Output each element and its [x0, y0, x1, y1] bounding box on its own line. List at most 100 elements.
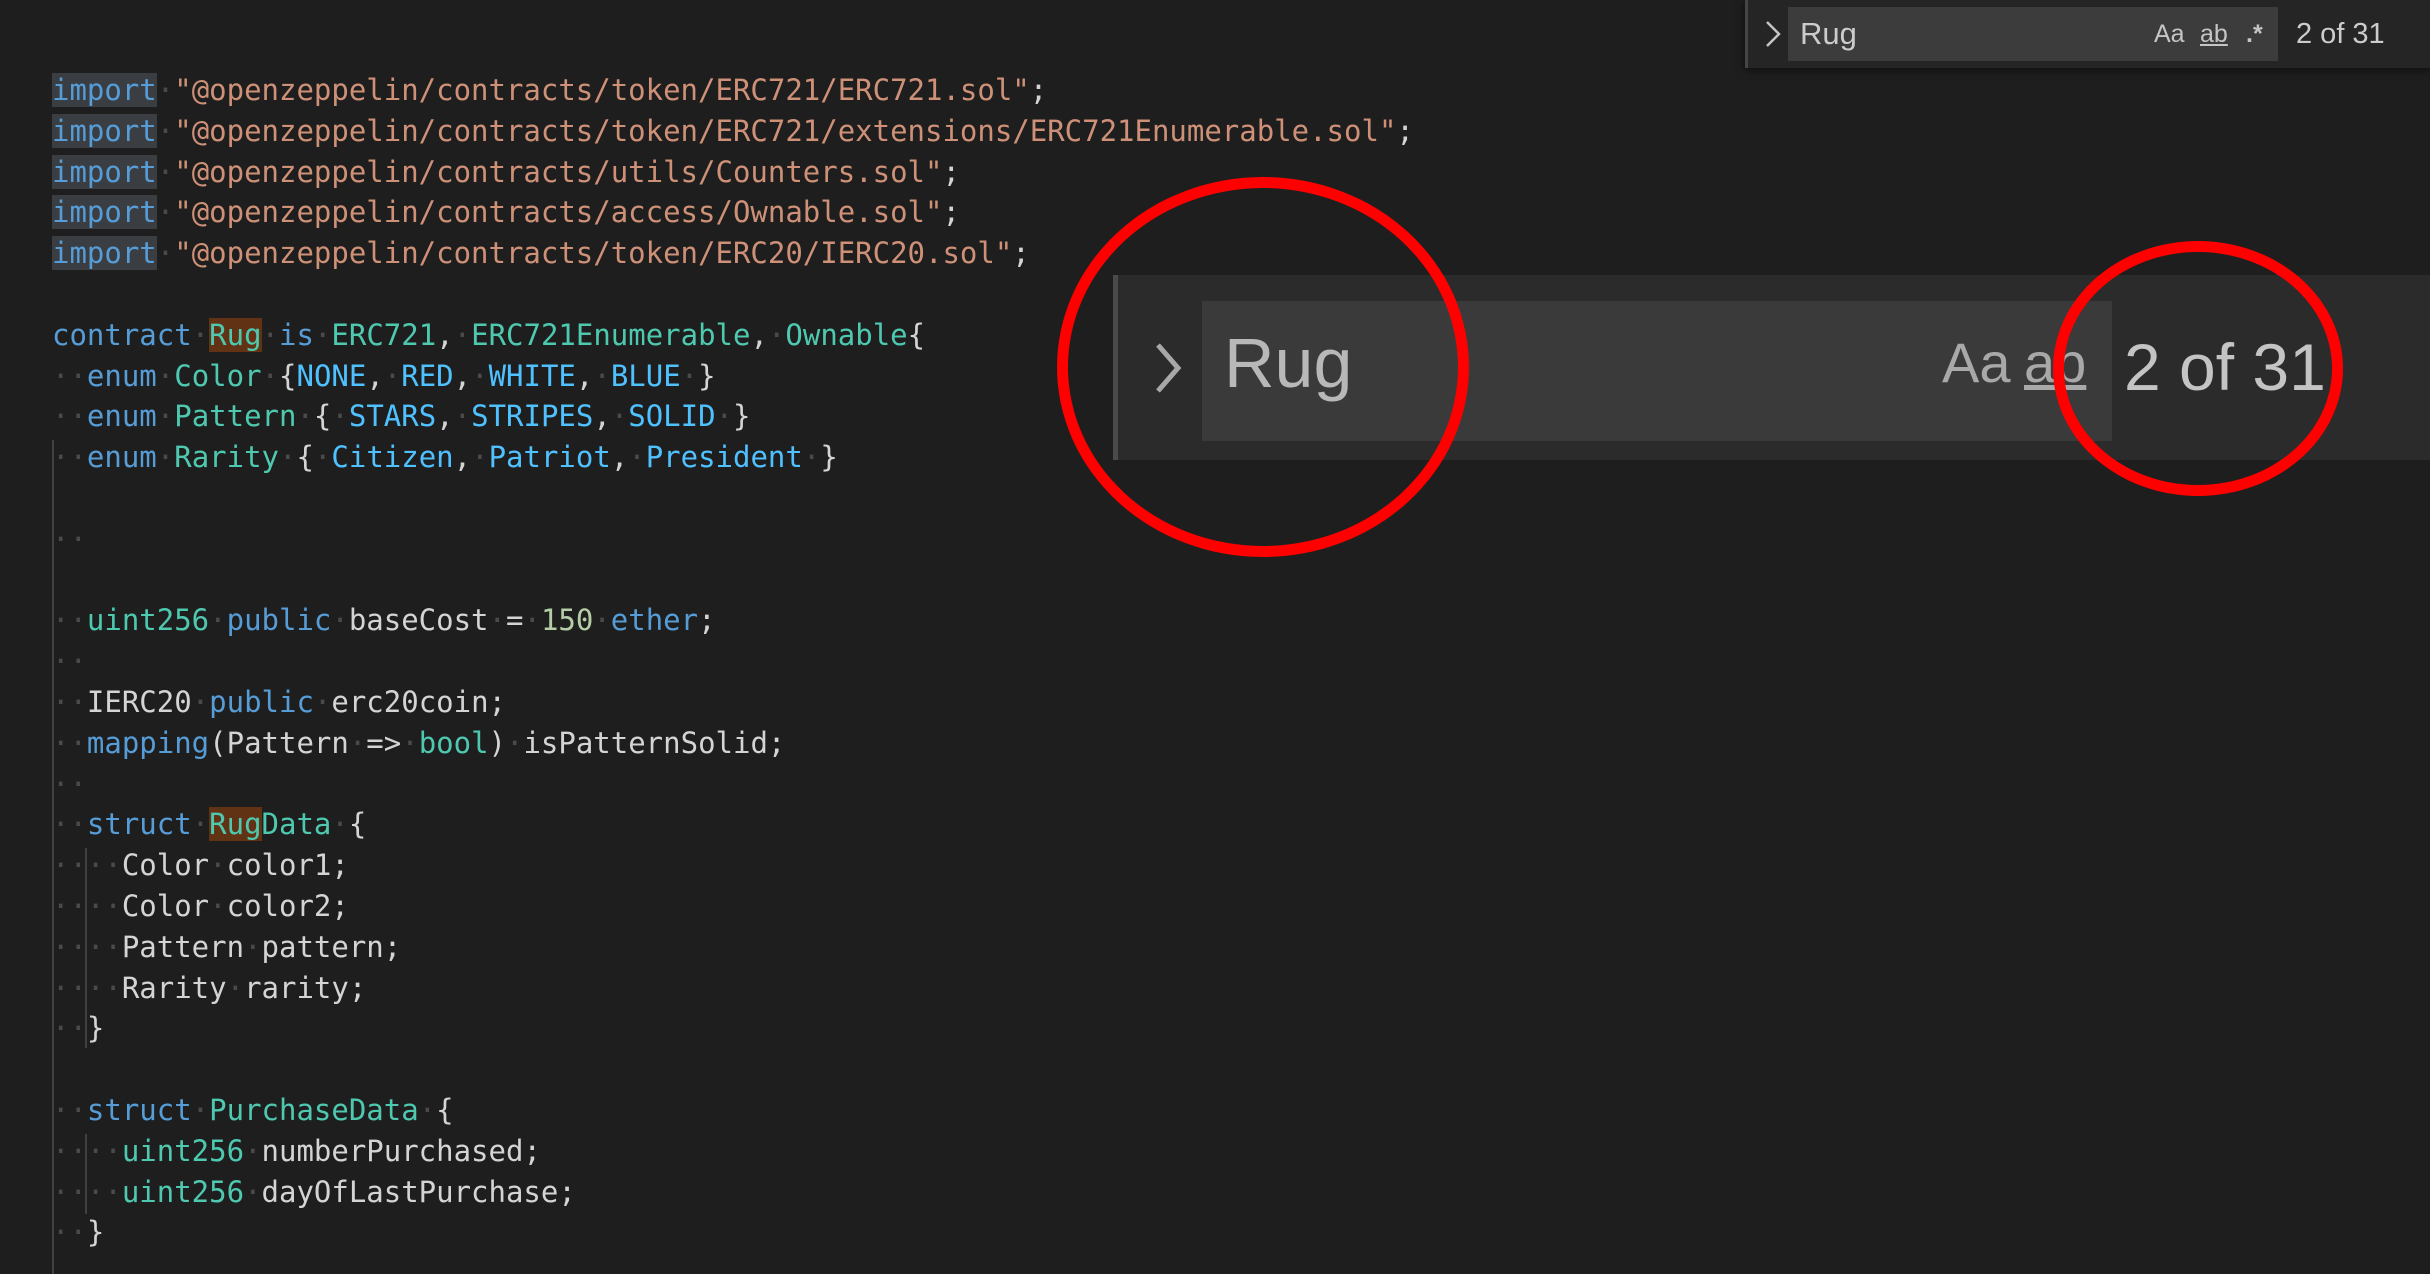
code-line-empty[interactable]: ··: [52, 764, 1414, 805]
field-name: color2: [226, 888, 332, 923]
code-line-empty[interactable]: ··: [52, 641, 1414, 682]
whole-word-button[interactable]: ab: [2200, 7, 2228, 61]
code-line[interactable]: ··IERC20·public·erc20coin;: [52, 682, 1414, 723]
search-match-highlight: Rug: [209, 807, 262, 842]
match-count-zoom: 2 of 31: [2124, 330, 2326, 404]
public-keyword: public: [226, 603, 332, 638]
field-type: Color: [121, 888, 210, 923]
struct-name: PurchaseData: [209, 1092, 419, 1127]
find-input-value: Rug: [1800, 16, 1857, 51]
code-line-empty[interactable]: [52, 1049, 1414, 1090]
enum-value: STRIPES: [471, 399, 594, 434]
enum-value: STARS: [348, 399, 437, 434]
code-line[interactable]: ··struct·PurchaseData·{: [52, 1090, 1414, 1131]
regex-button[interactable]: .*: [2246, 7, 2263, 61]
struct-keyword: struct: [86, 807, 192, 842]
code-line[interactable]: ··struct·RugData·{: [52, 804, 1414, 845]
code-line[interactable]: ····Color·color2;: [52, 886, 1414, 927]
import-keyword: import: [52, 113, 157, 148]
enum-value: President: [645, 440, 803, 475]
find-input-value-zoom: Rug: [1224, 324, 1353, 402]
enum-keyword: enum: [86, 358, 157, 393]
code-line[interactable]: import·"@openzeppelin/contracts/utils/Co…: [52, 152, 1414, 193]
enum-name: Color: [174, 358, 262, 393]
field-type: Pattern: [121, 929, 245, 964]
code-line[interactable]: ····uint256·numberPurchased;: [52, 1131, 1414, 1172]
code-line[interactable]: import·"@openzeppelin/contracts/token/ER…: [52, 233, 1414, 274]
import-keyword: import: [52, 236, 157, 271]
chevron-right-icon: [1156, 343, 1182, 393]
enum-name: Pattern: [174, 399, 297, 434]
enum-value: Citizen: [331, 440, 454, 475]
toggle-replace-button-zoom: [1148, 337, 1188, 399]
enum-value: NONE: [296, 358, 367, 393]
field-type: uint256: [121, 1133, 245, 1168]
parent-contract: ERC721: [331, 317, 437, 352]
code-editor[interactable]: import·"@openzeppelin/contracts/token/ER…: [0, 0, 2430, 1274]
field-name: pattern: [261, 929, 384, 964]
import-keyword: import: [52, 154, 157, 189]
code-line[interactable]: ··}: [52, 1008, 1414, 1049]
enum-value: WHITE: [488, 358, 576, 393]
code-line[interactable]: ··}: [52, 1212, 1414, 1253]
field-name: rarity: [244, 970, 349, 1005]
field-type: uint256: [121, 1174, 245, 1209]
field-name: dayOfLastPurchase: [261, 1174, 559, 1209]
import-keyword: import: [52, 73, 157, 107]
field-name: numberPurchased: [261, 1133, 524, 1168]
code-line[interactable]: ··uint256·public·baseCost·=·150·ether;: [52, 600, 1414, 641]
code-line[interactable]: import·"@openzeppelin/contracts/token/ER…: [52, 111, 1414, 152]
struct-keyword: struct: [86, 1092, 192, 1127]
match-case-button[interactable]: Aa: [2154, 7, 2185, 61]
enum-keyword: enum: [86, 440, 157, 475]
type-name: bool: [418, 725, 489, 760]
enum-value: RED: [401, 358, 454, 393]
code-line-empty[interactable]: ··: [52, 519, 1414, 560]
code-line[interactable]: ····Color·color1;: [52, 845, 1414, 886]
contract-keyword: contract: [52, 317, 192, 352]
chevron-right-icon: [1766, 21, 1781, 47]
code-line-empty[interactable]: [52, 560, 1414, 601]
enum-value: BLUE: [610, 358, 681, 393]
code-line[interactable]: ····uint256·dayOfLastPurchase;: [52, 1172, 1414, 1213]
code-line[interactable]: ····Rarity·rarity;: [52, 968, 1414, 1009]
match-count: 2 of 31: [2296, 18, 2385, 50]
code-line[interactable]: ··mapping(Pattern·=>·bool)·isPatternSoli…: [52, 723, 1414, 764]
variable-name: erc20coin: [331, 684, 489, 719]
public-keyword: public: [209, 684, 314, 719]
enum-name: Rarity: [174, 440, 279, 475]
find-widget-zoom: Rug Aa ab 2 of 31: [1113, 275, 2430, 460]
import-path: "@openzeppelin/contracts/token/ERC721/ex…: [174, 113, 1397, 148]
enum-keyword: enum: [86, 399, 157, 434]
whole-word-button-zoom: ab: [2024, 331, 2087, 394]
type-name: IERC20: [86, 684, 192, 719]
import-path: "@openzeppelin/contracts/token/ERC20/IER…: [174, 236, 1013, 271]
mapping-key-type: Pattern: [226, 725, 349, 760]
find-widget: Rug Aa ab .* 2 of 31: [1745, 0, 2430, 68]
is-keyword: is: [279, 317, 314, 352]
mapping-keyword: mapping: [86, 725, 210, 760]
type-name: uint256: [86, 603, 210, 638]
parent-contract: ERC721Enumerable: [471, 317, 751, 352]
code-line-empty[interactable]: [52, 478, 1414, 519]
parent-contract: Ownable: [785, 317, 908, 352]
import-path: "@openzeppelin/contracts/token/ERC721/ER…: [174, 73, 1030, 107]
import-path: "@openzeppelin/contracts/utils/Counters.…: [174, 154, 943, 189]
toggle-replace-button[interactable]: [1758, 14, 1788, 54]
field-name: color1: [226, 848, 332, 883]
search-match-highlight: Rug: [209, 317, 262, 352]
import-path: "@openzeppelin/contracts/access/Ownable.…: [174, 195, 943, 230]
variable-name: isPatternSolid: [523, 725, 768, 760]
match-case-button-zoom: Aa: [1942, 331, 2011, 394]
code-lines[interactable]: import·"@openzeppelin/contracts/token/ER…: [52, 70, 1414, 1253]
import-keyword: import: [52, 195, 157, 230]
variable-name: baseCost: [348, 603, 489, 638]
code-line[interactable]: ····Pattern·pattern;: [52, 927, 1414, 968]
code-line[interactable]: import·"@openzeppelin/contracts/access/O…: [52, 192, 1414, 233]
field-type: Color: [121, 848, 210, 883]
code-line[interactable]: import·"@openzeppelin/contracts/token/ER…: [52, 70, 1414, 111]
find-input[interactable]: Rug Aa ab .*: [1788, 7, 2278, 61]
find-input-zoom: Rug Aa ab: [1202, 301, 2112, 441]
enum-value: Patriot: [488, 440, 611, 475]
enum-value: SOLID: [628, 399, 716, 434]
